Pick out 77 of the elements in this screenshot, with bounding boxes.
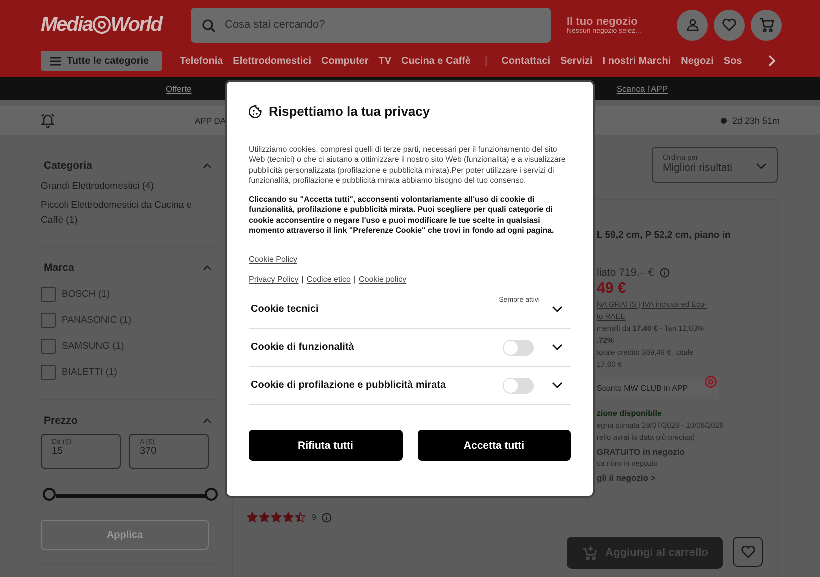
- chevron-right-icon[interactable]: [768, 55, 776, 67]
- caret-icon[interactable]: [203, 418, 212, 424]
- checkbox[interactable]: [41, 286, 56, 302]
- heart-icon: [722, 18, 737, 32]
- menu-icon: [50, 56, 61, 66]
- star-icon: [283, 512, 294, 523]
- chevron-down-icon[interactable]: [552, 344, 563, 352]
- caret-icon[interactable]: [203, 265, 212, 271]
- slider-handle[interactable]: [205, 488, 218, 501]
- cookie-category[interactable]: Cookie tecnici: [251, 304, 500, 316]
- policy-link[interactable]: Codice etico: [306, 275, 351, 284]
- star-icon: [259, 512, 270, 523]
- price: 49 €: [597, 280, 628, 297]
- countdown-timer: 2d 23h 51m: [732, 116, 780, 126]
- nav-link[interactable]: Computer: [322, 56, 369, 66]
- chevron-down-icon: [756, 163, 767, 170]
- nav-separator: |: [485, 56, 488, 66]
- checkbox[interactable]: [41, 364, 56, 380]
- consent-button[interactable]: Accetta tutti: [418, 430, 571, 462]
- checkbox[interactable]: [41, 312, 56, 328]
- nav-link[interactable]: Telefonia: [180, 56, 224, 66]
- slider-handle[interactable]: [43, 488, 56, 501]
- promo-text: Sconto MW CLUB in APP: [597, 384, 688, 392]
- bell-icon: [41, 113, 55, 128]
- timer-dot: [721, 118, 728, 124]
- cookie-icon: [249, 104, 263, 118]
- category-link[interactable]: Grandi Elettrodomestici (4): [41, 179, 216, 194]
- policy-link[interactable]: Cookie policy: [358, 275, 407, 284]
- nav-link[interactable]: Servizi: [560, 56, 593, 66]
- star-icon: [247, 512, 258, 523]
- policy-link[interactable]: Privacy Policy: [249, 275, 299, 284]
- nav-link[interactable]: I nostri Marchi: [602, 56, 672, 66]
- nav-link[interactable]: Negozi: [681, 56, 714, 66]
- star-icon: [271, 512, 282, 523]
- search-field[interactable]: Cosa stai cercando?: [191, 8, 551, 42]
- info-icon[interactable]: [660, 268, 670, 278]
- dialog-title: Rispettiamo la tua privacy: [269, 104, 430, 119]
- store-title[interactable]: Il tuo negozio: [567, 16, 677, 28]
- link-separator: |: [302, 275, 304, 284]
- heart-icon: [740, 545, 756, 559]
- nav-link[interactable]: Elettrodomestici: [233, 56, 312, 66]
- user-icon: [686, 18, 700, 32]
- offers-link[interactable]: Offerte: [166, 84, 192, 94]
- logo[interactable]: Media World: [41, 14, 183, 36]
- chevron-down-icon[interactable]: [552, 306, 563, 314]
- nav-link[interactable]: Cucina e Caffè: [402, 56, 471, 66]
- cookie-category[interactable]: Cookie di funzionalità: [251, 342, 503, 354]
- product-title: L 59,2 cm, P 52,2 cm, piano in: [597, 230, 732, 241]
- checkbox[interactable]: [41, 338, 56, 354]
- availability-text: zione disponibile: [597, 408, 663, 420]
- account-button[interactable]: [677, 10, 708, 40]
- info-icon[interactable]: [322, 512, 332, 522]
- cart-plus-icon: [582, 546, 598, 560]
- logo-text: World: [110, 14, 162, 36]
- caret-icon[interactable]: [203, 163, 212, 169]
- chevron-down-icon[interactable]: [552, 382, 563, 390]
- toggle-switch[interactable]: [503, 340, 534, 356]
- cookie-policy-link[interactable]: Cookie Policy: [249, 255, 298, 264]
- cart-button[interactable]: [751, 10, 782, 40]
- filter-title[interactable]: Prezzo: [44, 415, 78, 427]
- nav-link[interactable]: TV: [378, 56, 392, 66]
- consent-button[interactable]: Rifiuta tutti: [249, 430, 402, 462]
- app-link[interactable]: Scarica l'APP: [616, 84, 668, 94]
- cart-icon: [758, 18, 774, 32]
- filter-title[interactable]: Categoria: [44, 160, 92, 172]
- toggle-switch[interactable]: [503, 378, 534, 394]
- nav-link[interactable]: Contattaci: [502, 56, 551, 66]
- wishlist-button[interactable]: [714, 10, 745, 40]
- filter-title[interactable]: Marca: [44, 262, 74, 274]
- wishlist-button[interactable]: [733, 537, 763, 567]
- category-link[interactable]: Piccoli Elettrodomestici da Cucina e Caffè (1): [41, 198, 216, 228]
- nav-link[interactable]: Sos: [724, 56, 742, 66]
- cookie-category[interactable]: Cookie di profilazione e pubblicità mirata: [251, 380, 503, 392]
- logo-text: Media: [41, 14, 93, 36]
- link-separator: |: [354, 275, 356, 284]
- all-categories-button[interactable]: Tutte le categorie: [41, 51, 162, 71]
- star-icon: [295, 512, 306, 523]
